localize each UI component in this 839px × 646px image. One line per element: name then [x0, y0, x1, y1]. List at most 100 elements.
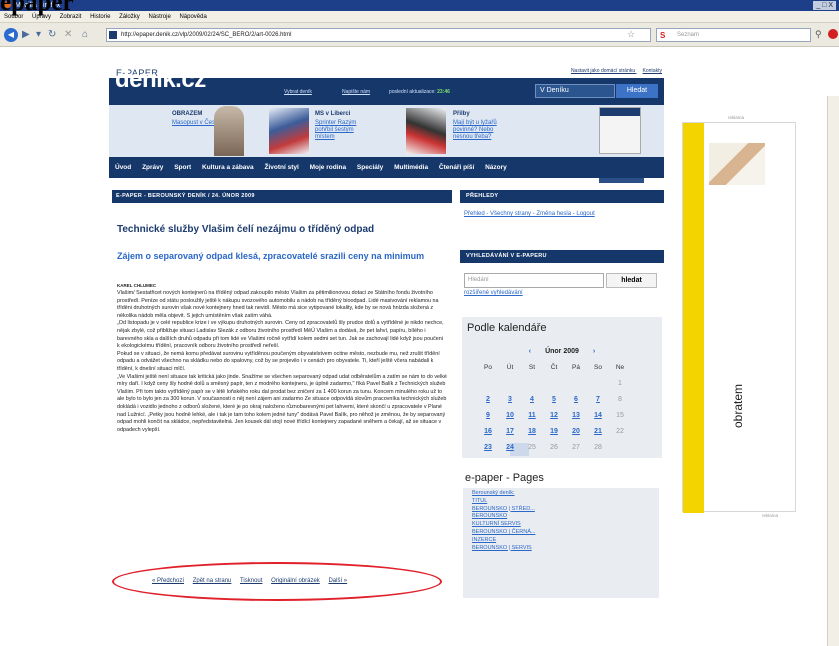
- search-icon[interactable]: ⚲: [815, 29, 822, 40]
- header-search-input[interactable]: V Deníku: [535, 84, 615, 98]
- promo-ms-liberec[interactable]: MS v Liberci Sprinter Razým pohřbil šest…: [261, 105, 396, 157]
- advanced-search-link[interactable]: rozšířené vyhledávání: [464, 290, 523, 296]
- menu-nastroje[interactable]: Nástroje: [148, 14, 170, 20]
- print-link[interactable]: Tisknout: [240, 578, 262, 584]
- pages-item[interactable]: INZERCE: [472, 537, 659, 545]
- calendar-day[interactable]: 13: [566, 412, 586, 419]
- calendar-day[interactable]: 5: [544, 396, 564, 403]
- site-logo[interactable]: deník.cz: [115, 66, 206, 94]
- calendar-day[interactable]: 16: [478, 428, 498, 435]
- reload-icon[interactable]: ↻: [48, 29, 56, 40]
- nav-zivotni-styl[interactable]: Životní styl: [264, 164, 298, 171]
- forward-icon[interactable]: ▶: [22, 29, 30, 40]
- next-link[interactable]: Další »: [328, 578, 347, 584]
- nav-ctenari-pisi[interactable]: Čtenáři píší: [439, 164, 474, 171]
- calendar-day[interactable]: 19: [544, 428, 564, 435]
- nav-zpravy[interactable]: Zprávy: [142, 164, 163, 171]
- promo-link[interactable]: Mají být u lyžařů povinné? Nebo nesnou t…: [453, 120, 508, 141]
- epaper-search-button[interactable]: hledat: [606, 273, 657, 288]
- ad-banner[interactable]: obratem: [682, 122, 796, 513]
- promo-prilby[interactable]: Přilby Mají být u lyžařů povinné? Nebo n…: [398, 105, 533, 157]
- calendar-day[interactable]: 23: [478, 444, 498, 451]
- calendar-day[interactable]: 21: [588, 428, 608, 435]
- calendar-day[interactable]: 2: [478, 396, 498, 403]
- next-month-icon[interactable]: ›: [593, 348, 595, 355]
- promo-link[interactable]: Sprinter Razým pohřbil šestým místem: [315, 120, 373, 141]
- scrollbar[interactable]: [827, 96, 839, 646]
- url-bar[interactable]: http://epaper.denik.cz/vlp/2009/02/24/SC…: [106, 28, 651, 42]
- article-body: Vlašim/ Šestatřicet nových kontejnerů na…: [117, 290, 447, 433]
- update-time: 23:46: [437, 89, 450, 95]
- calendar-day[interactable]: 4: [522, 396, 542, 403]
- calendar-day[interactable]: 9: [478, 412, 498, 419]
- promo-obrazem[interactable]: OBRAZEM Masopust v Česku: [109, 105, 259, 157]
- pages-item[interactable]: KULTURNÍ SERVIS: [472, 521, 659, 529]
- previous-link[interactable]: « Předchozí: [152, 578, 184, 584]
- main-nav: Úvod Zprávy Sport Kultura a zábava Život…: [109, 157, 664, 178]
- weekday-label: Ne: [615, 364, 625, 371]
- site-favicon-icon: [109, 31, 117, 39]
- ad-label-bottom: reklama: [762, 513, 779, 518]
- update-label: poslední aktualizace:: [389, 89, 436, 95]
- window-titlebar: Mozilla Firefox _ □ X: [0, 0, 839, 11]
- menu-zalozky[interactable]: Záložky: [119, 14, 140, 20]
- original-image-link[interactable]: Originální obrázek: [271, 578, 320, 584]
- window-controls[interactable]: _ □ X: [813, 1, 836, 10]
- paper-thumbnail[interactable]: [599, 107, 641, 154]
- history-dropdown-icon[interactable]: ▾: [36, 29, 41, 40]
- promo-strip: OBRAZEM Masopust v Česku MS v Liberci Sp…: [109, 105, 664, 157]
- choose-paper-link[interactable]: Vybrat deník: [284, 89, 312, 95]
- pages-list: Berounský deník: TITUL BEROUNSKO | STŘED…: [463, 488, 659, 598]
- calendar-day[interactable]: 11: [522, 412, 542, 419]
- home-icon[interactable]: ⌂: [82, 29, 88, 40]
- calendar-day[interactable]: 6: [566, 396, 586, 403]
- pages-title: e-paper - Pages: [465, 472, 544, 484]
- nav-multimedia[interactable]: Multimédia: [394, 164, 428, 171]
- write-us-link[interactable]: Napište nám: [342, 89, 370, 95]
- nav-moje-rodina[interactable]: Moje rodina: [310, 164, 346, 171]
- header-search-button[interactable]: Hledat: [616, 84, 658, 98]
- pages-item[interactable]: BEROUNSKO | ČERNÁ...: [472, 529, 659, 537]
- calendar-day[interactable]: 3: [500, 396, 520, 403]
- addon-stop-icon[interactable]: [828, 29, 838, 39]
- nav-sport[interactable]: Sport: [174, 164, 191, 171]
- bookmark-star-icon[interactable]: ☆: [627, 29, 635, 40]
- contacts-link[interactable]: Kontakty: [643, 68, 662, 74]
- promo-photo: [214, 106, 244, 156]
- search-engine-box[interactable]: S Seznam: [656, 28, 811, 42]
- weekday-label: So: [594, 364, 602, 371]
- ad-image: [709, 143, 765, 185]
- overview-links: Přehled - Všechny strany - Změna hesla -…: [464, 210, 659, 218]
- epaper-search-input[interactable]: Hledání: [464, 273, 604, 288]
- url-text: http://epaper.denik.cz/vlp/2009/02/24/SC…: [121, 32, 292, 38]
- pages-item[interactable]: BEROUNSKO | SERVIS: [472, 545, 659, 553]
- promo-title: MS v Liberci: [315, 111, 351, 117]
- menu-napoveda[interactable]: Nápověda: [179, 14, 206, 20]
- calendar-day[interactable]: 17: [500, 428, 520, 435]
- calendar-day[interactable]: 24: [500, 444, 520, 451]
- calendar-day[interactable]: 10: [500, 412, 520, 419]
- nav-specialy[interactable]: Speciály: [357, 164, 383, 171]
- nav-kultura[interactable]: Kultura a zábava: [202, 164, 254, 171]
- last-update: poslední aktualizace: 23:46: [389, 89, 450, 95]
- pages-item[interactable]: TITUL: [472, 498, 659, 506]
- calendar-day[interactable]: 18: [522, 428, 542, 435]
- prev-month-icon[interactable]: ‹: [529, 348, 531, 355]
- calendar-day[interactable]: 7: [588, 396, 608, 403]
- set-homepage-link[interactable]: Nastavit jako domácí stránku: [571, 68, 635, 74]
- back-icon[interactable]: ◀: [4, 28, 18, 42]
- calendar-day[interactable]: 14: [588, 412, 608, 419]
- stop-icon[interactable]: ✕: [64, 29, 72, 40]
- article-title: Technické služby Vlašim čelí nezájmu o t…: [117, 224, 375, 235]
- nav-uvod[interactable]: Úvod: [115, 164, 131, 171]
- back-to-page-link[interactable]: Zpět na stranu: [193, 578, 232, 584]
- menu-historie[interactable]: Historie: [90, 14, 110, 20]
- nav-nazory[interactable]: Názory: [485, 164, 507, 171]
- search-engine-placeholder: Seznam: [677, 32, 700, 38]
- pages-item[interactable]: Berounský deník:: [472, 490, 659, 498]
- navigation-toolbar: ◀ ▶ ▾ ↻ ✕ ⌂ http://epaper.denik.cz/vlp/2…: [0, 23, 839, 47]
- pages-item[interactable]: BEROUNSKO | STŘED...: [472, 506, 659, 514]
- calendar-day[interactable]: 20: [566, 428, 586, 435]
- calendar-day[interactable]: 12: [544, 412, 564, 419]
- overview-link-text[interactable]: Přehled - Všechny strany - Změna hesla -…: [464, 211, 595, 217]
